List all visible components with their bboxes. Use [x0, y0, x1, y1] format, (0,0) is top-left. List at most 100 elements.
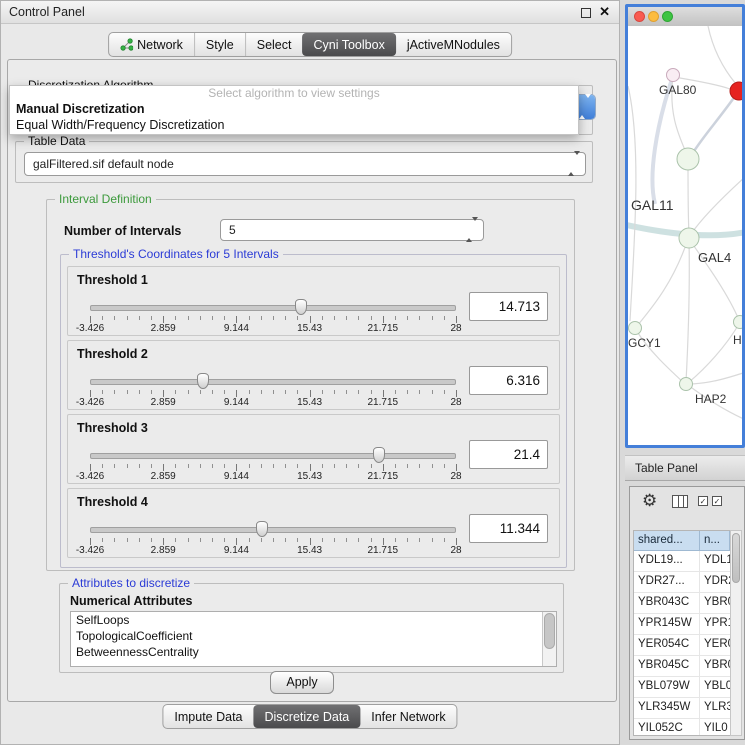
table-cell: YBR043C [634, 593, 700, 613]
gear-icon[interactable]: ⚙ [642, 491, 657, 511]
tab-infer-network[interactable]: Infer Network [360, 705, 456, 728]
slider-scale-label: -3.426 [76, 323, 104, 334]
attribute-list-item[interactable]: SelfLoops [71, 612, 556, 628]
close-traffic-light[interactable] [634, 11, 645, 22]
slider-thumb[interactable] [197, 373, 209, 389]
algorithm-option-manual[interactable]: Manual Discretization [10, 101, 578, 117]
tab-style[interactable]: Style [194, 33, 245, 56]
threshold-3-value-field[interactable]: 21.4 [469, 440, 548, 469]
tab-network[interactable]: Network [109, 33, 194, 56]
slider-tick [346, 316, 347, 320]
float-window-icon[interactable] [581, 8, 591, 18]
network-canvas[interactable]: GAL80GAL11GAL4GCY1HHAP2 [628, 26, 742, 445]
table-row[interactable]: YBR043CYBR0 [634, 593, 730, 614]
table-row[interactable]: YER054CYER0 [634, 635, 730, 656]
slider-scale-label: -3.426 [76, 471, 104, 482]
slider-tick [383, 464, 384, 471]
table-row[interactable]: YIL052CYIL0 [634, 719, 730, 736]
tab-impute-data[interactable]: Impute Data [163, 705, 253, 728]
tab-select[interactable]: Select [245, 33, 303, 56]
tab-cyni-toolbox[interactable]: Cyni Toolbox [302, 33, 395, 56]
slider-tick [90, 390, 91, 397]
table-data-combo[interactable]: galFiltered.sif default node [24, 152, 586, 176]
slider-tick [212, 464, 213, 468]
network-icon [120, 38, 133, 51]
table-row[interactable]: YDR27...YDR2 [634, 572, 730, 593]
slider-tick [90, 538, 91, 545]
slider-thumb[interactable] [373, 447, 385, 463]
slider-tick [383, 390, 384, 397]
network-node[interactable] [677, 148, 699, 170]
table-panel-header[interactable]: Table Panel [625, 455, 745, 481]
table-panel-window: ⚙ ✓ ✓ shared... n... YDL19...YDL1YDR27..… [629, 486, 745, 740]
slider-tick [456, 390, 457, 397]
table-row[interactable]: YBL079WYBL0 [634, 677, 730, 698]
slider-tick [310, 464, 311, 471]
slider-tick [163, 390, 164, 397]
table-body: YDL19...YDL1YDR27...YDR2YBR043CYBR0YPR14… [634, 551, 730, 736]
tab-discretize-data[interactable]: Discretize Data [254, 705, 361, 728]
group-title: Table Data [24, 134, 89, 148]
table-scrollbar[interactable] [730, 530, 742, 736]
threshold-4-value-field[interactable]: 11.344 [469, 514, 548, 543]
table-cell: YBL079W [634, 677, 700, 697]
network-node[interactable] [667, 69, 680, 82]
table-row[interactable]: YBR045CYBR0 [634, 656, 730, 677]
slider-tick [334, 316, 335, 320]
column-header-name[interactable]: n... [700, 531, 730, 551]
slider-track[interactable] [90, 453, 456, 459]
slider-tick [163, 538, 164, 545]
close-icon[interactable]: ✕ [599, 4, 610, 20]
slider-tick [200, 538, 201, 542]
algorithm-dropdown-popup: Select algorithm to view settings Manual… [9, 85, 579, 135]
slider-tick [188, 464, 189, 468]
table-row[interactable]: YLR345WYLR3 [634, 698, 730, 719]
attributes-scrollbar[interactable] [542, 612, 556, 666]
number-of-intervals-combo[interactable]: 5 [220, 219, 484, 241]
slider-thumb[interactable] [295, 299, 307, 315]
threshold-2-slider[interactable]: -3.4262.8599.14415.4321.71528 [90, 371, 456, 408]
scrollbar-thumb[interactable] [732, 533, 740, 583]
slider-track[interactable] [90, 305, 456, 311]
threshold-2-value-field[interactable]: 6.316 [469, 366, 548, 395]
table-row[interactable]: YPR145WYPR1 [634, 614, 730, 635]
algorithm-placeholder: Select algorithm to view settings [10, 86, 578, 101]
slider-thumb[interactable] [256, 521, 268, 537]
column-header-shared-name[interactable]: shared... [634, 531, 700, 551]
attribute-list-item[interactable]: TopologicalCoefficient [71, 628, 556, 644]
slider-tick [285, 464, 286, 468]
checkbox-icon[interactable]: ✓ [712, 496, 722, 506]
threshold-1-value-field[interactable]: 14.713 [469, 292, 548, 321]
table-row[interactable]: YDL19...YDL1 [634, 551, 730, 572]
slider-tick [383, 538, 384, 545]
attribute-list-item[interactable]: BetweennessCentrality [71, 644, 556, 660]
zoom-traffic-light[interactable] [662, 11, 673, 22]
slider-tick [200, 316, 201, 320]
network-window-titlebar [628, 7, 742, 27]
attributes-list[interactable]: SelfLoopsTopologicalCoefficientBetweenne… [70, 611, 557, 667]
tab-jactivemnodules[interactable]: jActiveMNodules [396, 33, 511, 56]
network-node[interactable] [629, 322, 642, 335]
slider-track[interactable] [90, 379, 456, 385]
slider-tick [273, 538, 274, 542]
checkbox-icon[interactable]: ✓ [698, 496, 708, 506]
threshold-label: Threshold 4 [77, 495, 148, 509]
minimize-traffic-light[interactable] [648, 11, 659, 22]
algorithm-option-equal-width[interactable]: Equal Width/Frequency Discretization [10, 117, 578, 133]
network-node[interactable] [730, 82, 742, 100]
slider-tick [407, 538, 408, 542]
threshold-4-slider[interactable]: -3.4262.8599.14415.4321.71528 [90, 519, 456, 556]
threshold-3-slider[interactable]: -3.4262.8599.14415.4321.71528 [90, 445, 456, 482]
network-node[interactable] [679, 228, 699, 248]
slider-tick [114, 464, 115, 468]
slider-scale-label: 15.43 [297, 397, 322, 408]
slider-track[interactable] [90, 527, 456, 533]
slider-tick [371, 316, 372, 320]
slider-ticks [90, 316, 456, 323]
network-node[interactable] [680, 378, 693, 391]
scrollbar-thumb[interactable] [544, 613, 555, 649]
apply-button[interactable]: Apply [270, 671, 334, 694]
network-node[interactable] [734, 316, 743, 329]
table-columns-icon[interactable] [672, 495, 688, 508]
threshold-1-slider[interactable]: -3.4262.8599.14415.4321.71528 [90, 297, 456, 334]
